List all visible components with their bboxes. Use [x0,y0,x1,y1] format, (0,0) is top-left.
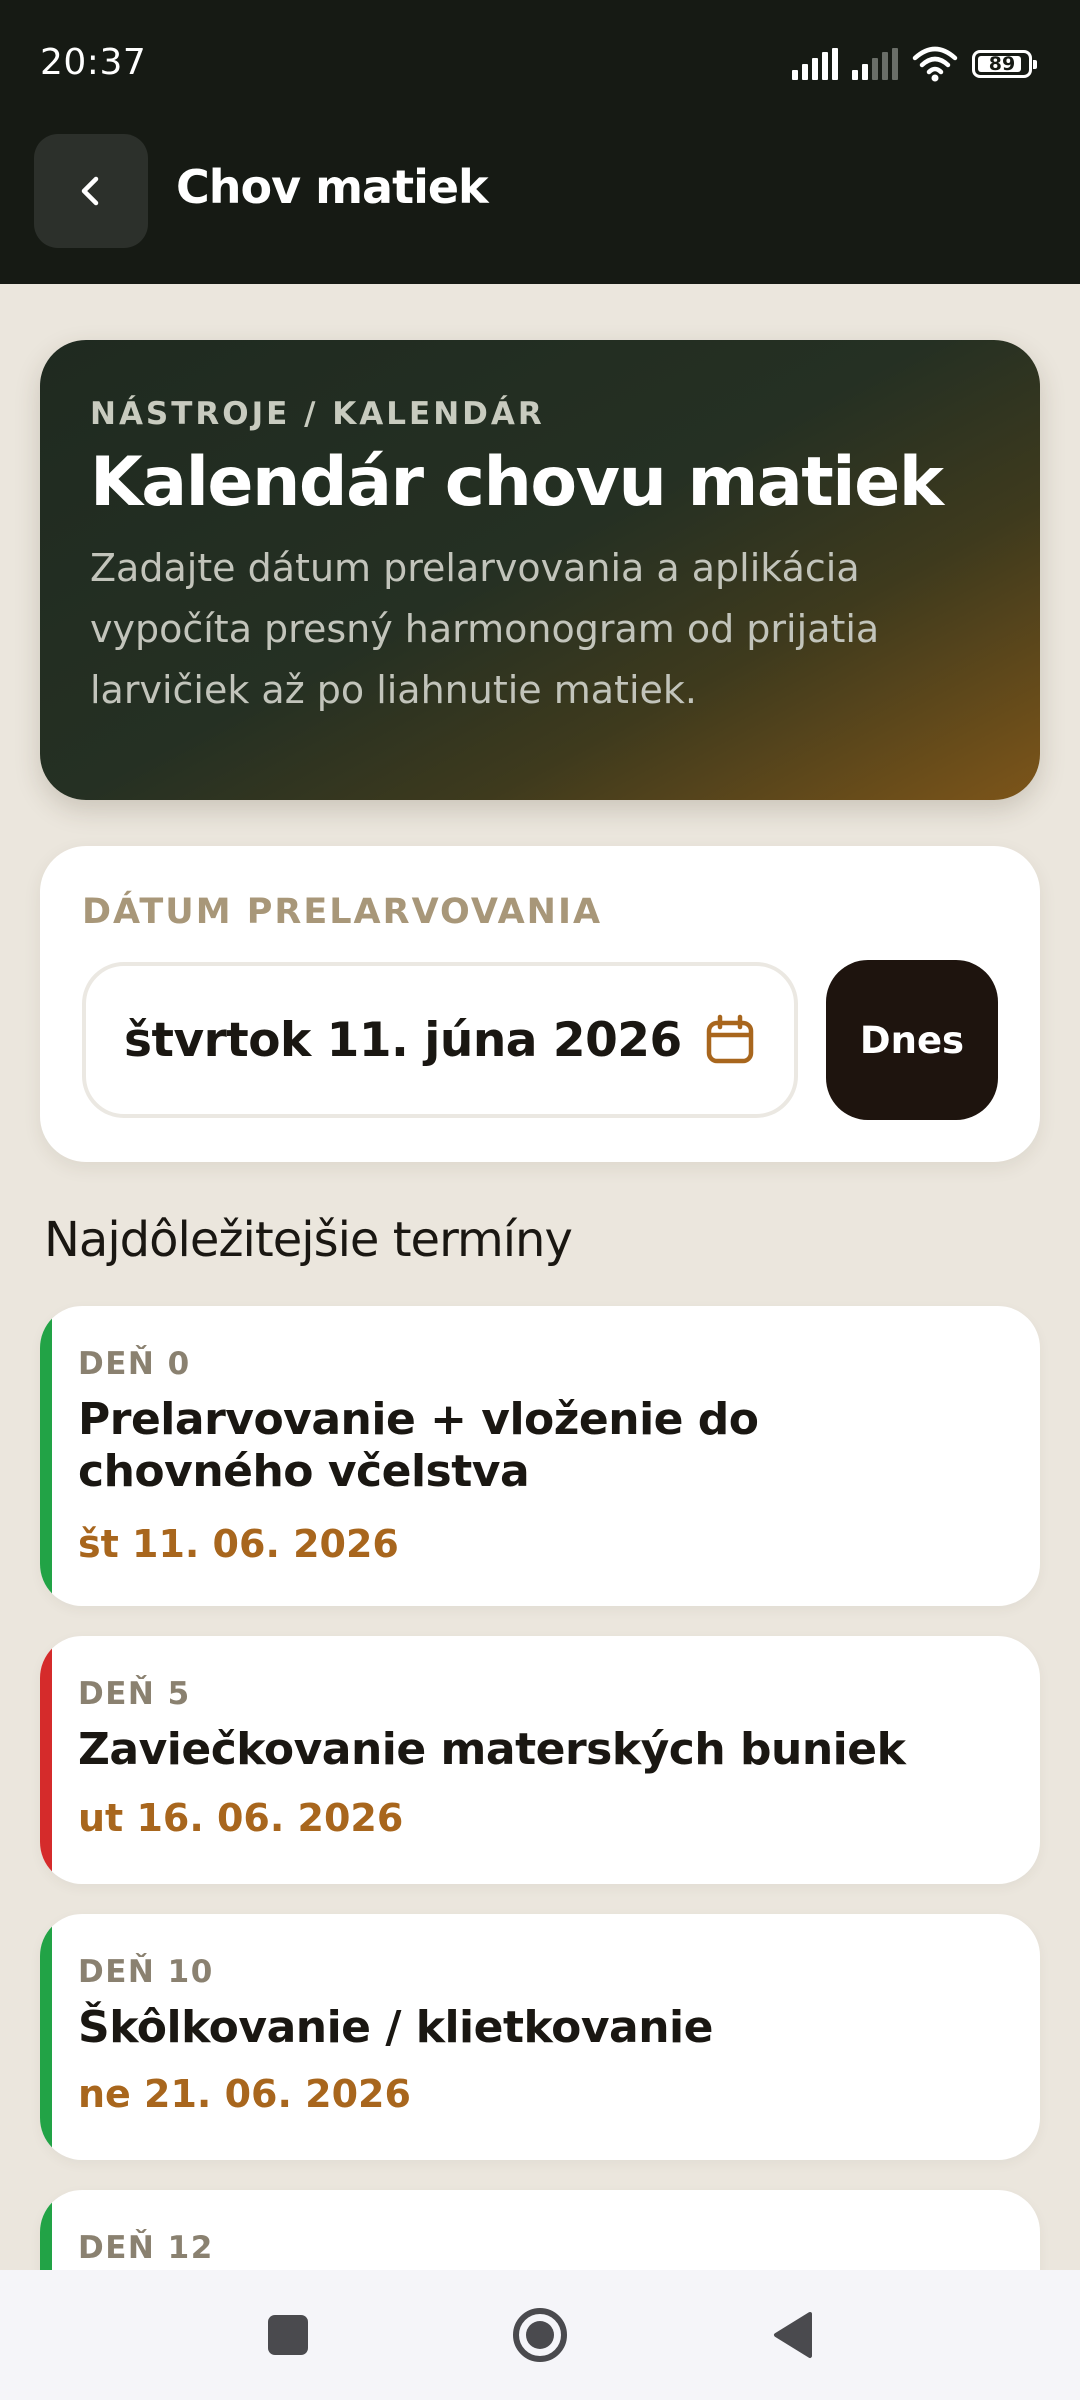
wifi-icon [912,46,958,82]
back-nav-button[interactable] [712,2270,872,2400]
hero-description: Zadajte dátum prelarvovania a aplikácia … [90,545,880,712]
event-status-stripe [40,1306,52,1606]
date-input[interactable]: štvrtok 11. júna 2026 [82,962,798,1118]
recents-button[interactable] [208,2270,368,2400]
back-button[interactable] [34,134,148,248]
breadcrumb: NÁSTROJE / KALENDÁR [90,396,545,432]
page-title: Chov matiek [176,160,489,214]
date-picker-card: DÁTUM PRELARVOVANIA štvrtok 11. júna 202… [40,846,1040,1162]
status-time: 20:37 [40,42,147,83]
battery-level: 89 [988,53,1016,75]
event-day: DEŇ 0 [78,1346,191,1382]
event-day: DEŇ 5 [78,1676,191,1712]
hero-card: NÁSTROJE / KALENDÁR Kalendár chovu matie… [40,340,1040,800]
event-name: Prelarvovanie + vloženie do chovného vče… [78,1394,759,1497]
event-date: ne 21. 06. 2026 [78,2072,411,2116]
status-bar: 20:37 89 [0,0,1080,130]
system-nav-bar [0,2270,1080,2400]
event-name: Zaviečkovanie materských buniek [78,1724,906,1775]
event-day: DEŇ 12 [78,2230,214,2266]
signal-icon [792,48,838,80]
battery-icon: 89 [972,50,1037,78]
event-card-day-10[interactable]: DEŇ 10 Škôlkovanie / klietkovanie ne 21.… [40,1914,1040,2160]
event-status-stripe [40,1914,52,2160]
date-value: štvrtok 11. júna 2026 [124,1012,682,1068]
today-button[interactable]: Dnes [826,960,998,1120]
event-card-day-0[interactable]: DEŇ 0 Prelarvovanie + vloženie do chovné… [40,1306,1040,1606]
signal-secondary-icon [852,48,898,80]
status-icons: 89 [792,44,1037,84]
event-name: Škôlkovanie / klietkovanie [78,2002,713,2053]
event-date: ut 16. 06. 2026 [78,1796,404,1840]
section-title: Najdôležitejšie termíny [44,1212,573,1268]
calendar-icon[interactable] [704,1014,756,1066]
event-card-day-5[interactable]: DEŇ 5 Zaviečkovanie materských buniek ut… [40,1636,1040,1884]
home-circle-icon [513,2308,567,2362]
home-button[interactable] [460,2270,620,2400]
event-status-stripe [40,1636,52,1884]
event-date: št 11. 06. 2026 [78,1522,399,1566]
event-day: DEŇ 10 [78,1954,214,1990]
app-bar: Chov matiek [0,130,1080,284]
chevron-left-icon [81,176,99,206]
hero-title: Kalendár chovu matiek [90,443,944,522]
square-icon [268,2315,308,2355]
triangle-back-icon [774,2312,812,2358]
date-picker-label: DÁTUM PRELARVOVANIA [82,892,603,932]
